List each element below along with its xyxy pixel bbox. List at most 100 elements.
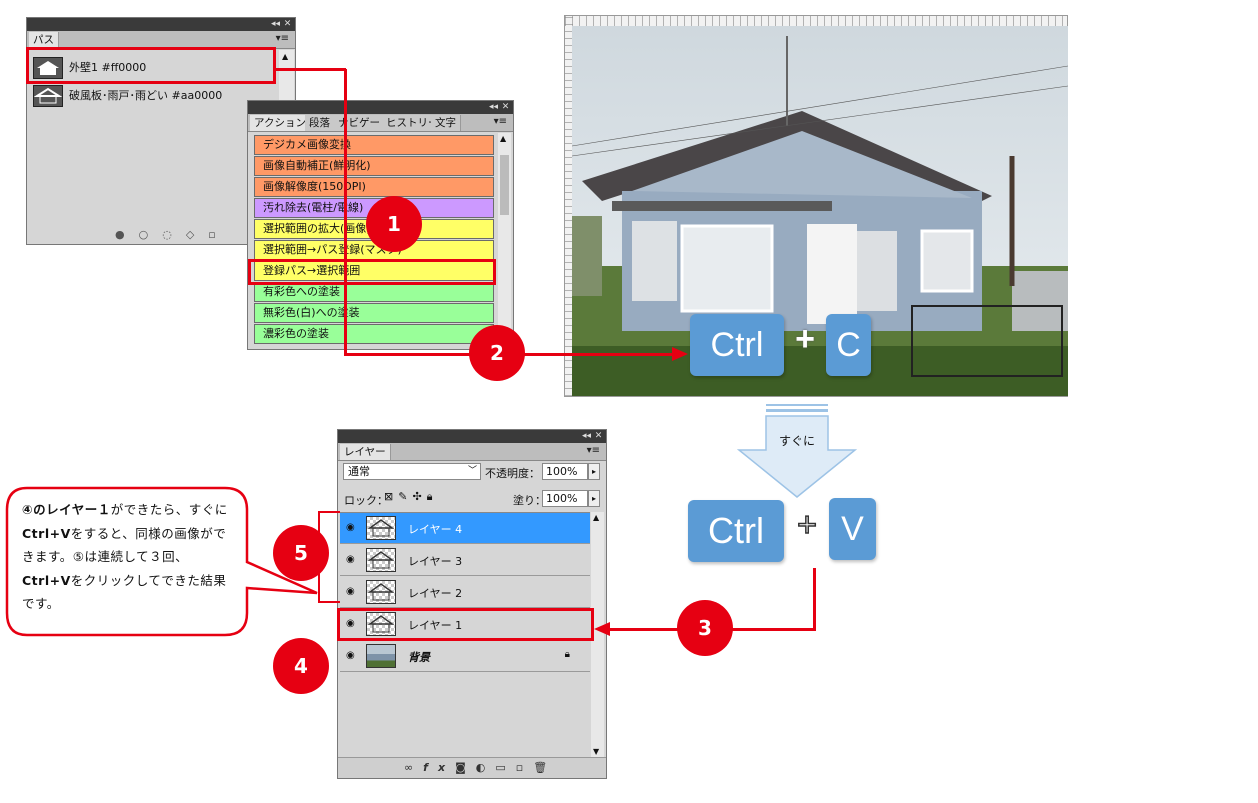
opacity-stepper-icon[interactable]: ▸ [588,463,600,480]
path-item-fascia[interactable]: 破風板･雨戸･雨どい #aa0000 [29,82,277,110]
layer-thumbnail [366,516,396,540]
close-icon[interactable]: ✕ [282,19,293,30]
fill-path-icon[interactable]: ● [115,228,139,241]
collapse-icon[interactable]: ◂◂ [270,19,281,30]
layers-tabrow: レイヤー ▾≡ [338,443,606,461]
layer-thumbnail [366,548,396,572]
fill-stepper-icon[interactable]: ▸ [588,490,600,507]
down-arrow [737,404,857,498]
action-item[interactable]: 画像自動補正(鮮明化) [254,156,494,176]
connector-v-down [813,568,816,631]
path-thumbnail [33,85,63,107]
layer-thumbnail [366,644,396,668]
scroll-up-icon[interactable]: ▲ [500,134,506,143]
panel-menu-icon[interactable]: ▾≡ [587,445,600,456]
tab-navigator[interactable]: ナビゲー [334,115,385,131]
panel-menu-icon[interactable]: ▾≡ [494,116,507,127]
fx-icon[interactable]: fx [423,761,455,774]
fill-input[interactable]: 100% [542,490,588,507]
close-icon[interactable]: ✕ [593,431,604,442]
visibility-eye-icon[interactable]: ◉ [346,554,357,565]
paths-footer-icons: ●○◌◇▫ [115,228,230,241]
close-icon[interactable]: ✕ [500,102,511,113]
layer-row[interactable]: ◉ 背景 🔒︎ [340,641,590,672]
plus-sign-bottom: + [796,505,817,545]
footer-icons: ∞fx◙◐▭▫🗑︎ [404,761,557,774]
new-group-icon[interactable]: ▭ [495,761,515,774]
step-badge-2: 2 [469,325,525,381]
c-key: C [826,314,871,376]
layer-thumbnail [366,580,396,604]
collapse-icon[interactable]: ◂◂ [488,102,499,113]
ctrl-key-bottom: Ctrl [688,500,784,562]
tab-actions[interactable]: アクション [250,115,311,131]
layer-name: 背景 [408,651,430,664]
step-badge-3: 3 [677,600,733,656]
house-photo [572,26,1068,396]
horizontal-ruler [565,16,1067,26]
link-layers-icon[interactable]: ∞ [404,761,423,774]
blend-mode-select[interactable]: 通常 ﹀ [343,463,481,480]
lock-label: ロック： [344,494,388,507]
arrowhead-to-ctrl [672,347,688,361]
action-item[interactable]: 濃彩色の塗装 [254,324,494,344]
scroll-up-icon[interactable]: ▲ [593,513,599,522]
trash-icon[interactable]: 🗑︎ [533,761,557,774]
step-badge-4: 4 [273,638,329,694]
arrowhead-to-layer1 [594,622,610,636]
collapse-icon[interactable]: ◂◂ [581,431,592,442]
ctrl-key-top: Ctrl [690,314,784,376]
connector-path-h [276,68,346,71]
visibility-eye-icon[interactable]: ◉ [346,522,357,533]
arrow-label: すぐに [778,434,815,448]
action-item[interactable]: 無彩色(白)への塗装 [254,303,494,323]
layer-row[interactable]: ◉ レイヤー 2 [340,577,590,608]
tab-layers[interactable]: レイヤー [340,444,391,460]
plus-sign-top: + [795,320,815,358]
blend-mode-value: 通常 [348,465,370,478]
callout-text-part: ができたら、すぐに [110,502,228,517]
action-item[interactable]: デジカメ画像変換 [254,135,494,155]
tab-paragraph[interactable]: 段落 [305,115,335,131]
new-layer-icon[interactable]: ▫ [516,761,533,774]
opacity-label: 不透明度： [485,467,540,480]
add-mask-icon[interactable]: ◙ [455,761,476,774]
scroll-down-icon[interactable]: ▼ [593,747,599,756]
lock-position-icon[interactable]: ✣ [412,490,426,503]
visibility-eye-icon[interactable]: ◉ [346,650,357,661]
actions-scrollbar[interactable]: ▲ [498,133,511,345]
stroke-path-icon[interactable]: ○ [139,228,163,241]
visibility-eye-icon[interactable]: ◉ [346,586,357,597]
chevron-down-icon: ﹀ [467,466,477,476]
opacity-input[interactable]: 100% [542,463,588,480]
fill-value: 100% [546,492,578,505]
action-item[interactable]: 有彩色への塗装 [254,282,494,302]
layer-row[interactable]: ◉ レイヤー 3 [340,545,590,576]
new-path-icon[interactable]: ▫ [208,228,229,241]
make-workpath-icon[interactable]: ◇ [186,228,208,241]
lock-icons: ⊠✎✣🔒︎ [384,490,438,504]
layer-name: レイヤー 2 [408,587,463,600]
connector-path-v [344,69,347,356]
tab-character[interactable]: 文字 [431,115,461,131]
lock-transparency-icon[interactable]: ⊠ [384,490,398,503]
highlight-registered-path [248,259,496,285]
adjustment-layer-icon[interactable]: ◐ [476,761,496,774]
load-selection-icon[interactable]: ◌ [162,228,186,241]
layer-row[interactable]: ◉ レイヤー 4 [340,513,590,544]
layers-panel: ◂◂ ✕ レイヤー ▾≡ 通常 ﹀ 不透明度： 100% ▸ ロック： ⊠✎✣🔒… [337,429,607,779]
tab-paths[interactable]: パス [29,32,59,48]
panel-menu-icon[interactable]: ▾≡ [276,33,289,44]
scroll-thumb[interactable] [500,155,509,215]
path-label: 破風板･雨戸･雨どい #aa0000 [69,89,223,102]
action-item[interactable]: 画像解像度(150DPI) [254,177,494,197]
actions-titlebar: ◂◂ ✕ [248,101,513,114]
layer-name: レイヤー 3 [408,555,463,568]
callout-text: ④のレイヤー１ができたら、すぐにCtrl+Vをすると、同様の画像ができます。⑤は… [22,498,232,616]
highlight-layer-1 [337,608,594,641]
opacity-value: 100% [546,465,578,478]
actions-tabrow: アクション 段落 ナビゲー ヒストリー 文字 ▾≡ [248,114,513,132]
lock-all-icon[interactable]: 🔒︎ [427,490,438,503]
scroll-up-icon[interactable]: ▲ [282,52,288,61]
lock-pixels-icon[interactable]: ✎ [398,490,412,503]
